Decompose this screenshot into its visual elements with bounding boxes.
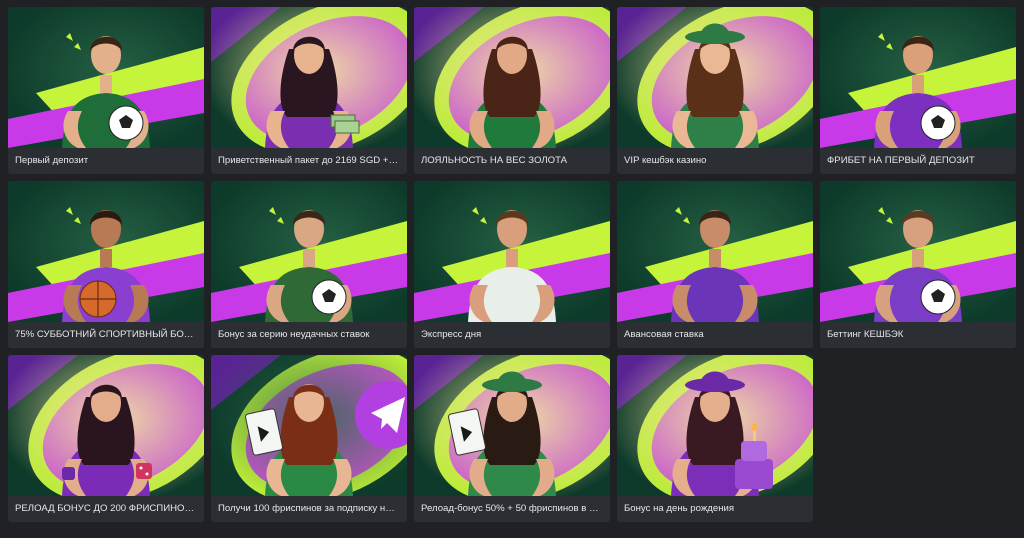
promo-illustration <box>8 181 204 322</box>
promo-illustration <box>820 181 1016 322</box>
prop-soccer-ball <box>920 279 956 315</box>
promo-image <box>211 181 407 322</box>
promo-title: Беттинг КЕШБЭК <box>820 322 1016 348</box>
promo-card[interactable]: 75% СУББОТНИЙ СПОРТИВНЫЙ БОНУС <box>8 181 204 348</box>
promo-image <box>211 7 407 148</box>
promo-illustration <box>211 181 407 322</box>
promo-title: 75% СУББОТНИЙ СПОРТИВНЫЙ БОНУС <box>8 322 204 348</box>
promo-image <box>414 181 610 322</box>
promo-image <box>414 355 610 496</box>
promo-card[interactable]: Бонус на день рождения <box>617 355 813 522</box>
promo-card[interactable]: Получи 100 фриспинов за подписку на ... <box>211 355 407 522</box>
promo-card[interactable]: Первый депозит <box>8 7 204 174</box>
promo-illustration <box>820 7 1016 148</box>
promo-image <box>8 7 204 148</box>
promo-illustration <box>211 7 407 148</box>
promo-card[interactable]: Экспресс дня <box>414 181 610 348</box>
promo-title: ЛОЯЛЬНОСТЬ НА ВЕС ЗОЛОТА <box>414 148 610 174</box>
prop-cash <box>330 114 360 134</box>
promo-card[interactable]: ЛОЯЛЬНОСТЬ НА ВЕС ЗОЛОТА <box>414 7 610 174</box>
promo-illustration <box>617 7 813 148</box>
promo-title: РЕЛОАД БОНУС ДО 200 ФРИСПИНОВ В ... <box>8 496 204 522</box>
promo-image <box>820 181 1016 322</box>
promo-illustration <box>414 181 610 322</box>
prop-soccer-ball <box>311 279 347 315</box>
promo-title: Авансовая ставка <box>617 322 813 348</box>
promo-card[interactable]: ФРИБЕТ НА ПЕРВЫЙ ДЕПОЗИТ <box>820 7 1016 174</box>
promo-illustration <box>211 355 407 496</box>
promo-title: Бонус на день рождения <box>617 496 813 522</box>
promotions-grid: Первый депозит Приветственный пакет до 21… <box>8 7 1016 522</box>
promo-title: VIP кешбэк казино <box>617 148 813 174</box>
prop-basketball <box>79 280 117 318</box>
prop-soccer-ball <box>108 105 144 141</box>
promo-card[interactable]: Релоад-бонус 50% + 50 фриспинов в сре... <box>414 355 610 522</box>
promo-title: Бонус за серию неудачных ставок <box>211 322 407 348</box>
promo-image <box>8 181 204 322</box>
promo-image <box>8 355 204 496</box>
promo-card[interactable]: Бонус за серию неудачных ставок <box>211 181 407 348</box>
promo-image <box>414 7 610 148</box>
promo-card[interactable]: VIP кешбэк казино <box>617 7 813 174</box>
promo-card[interactable]: Беттинг КЕШБЭК <box>820 181 1016 348</box>
promo-illustration <box>617 181 813 322</box>
promo-image <box>617 181 813 322</box>
promo-image <box>617 355 813 496</box>
promo-title: Экспресс дня <box>414 322 610 348</box>
prop-volleyball <box>920 105 956 141</box>
promo-card[interactable]: РЕЛОАД БОНУС ДО 200 ФРИСПИНОВ В ... <box>8 355 204 522</box>
promo-illustration <box>414 7 610 148</box>
promo-image <box>211 355 407 496</box>
promo-illustration <box>8 355 204 496</box>
promo-title: Приветственный пакет до 2169 SGD + 1... <box>211 148 407 174</box>
promo-image <box>617 7 813 148</box>
promo-title: ФРИБЕТ НА ПЕРВЫЙ ДЕПОЗИТ <box>820 148 1016 174</box>
promo-illustration <box>414 355 610 496</box>
promo-illustration <box>617 355 813 496</box>
promo-title: Получи 100 фриспинов за подписку на ... <box>211 496 407 522</box>
promo-illustration <box>8 7 204 148</box>
promo-title: Релоад-бонус 50% + 50 фриспинов в сре... <box>414 496 610 522</box>
promo-card[interactable]: Приветственный пакет до 2169 SGD + 1... <box>211 7 407 174</box>
promo-card[interactable]: Авансовая ставка <box>617 181 813 348</box>
promo-title: Первый депозит <box>8 148 204 174</box>
promo-image <box>820 7 1016 148</box>
